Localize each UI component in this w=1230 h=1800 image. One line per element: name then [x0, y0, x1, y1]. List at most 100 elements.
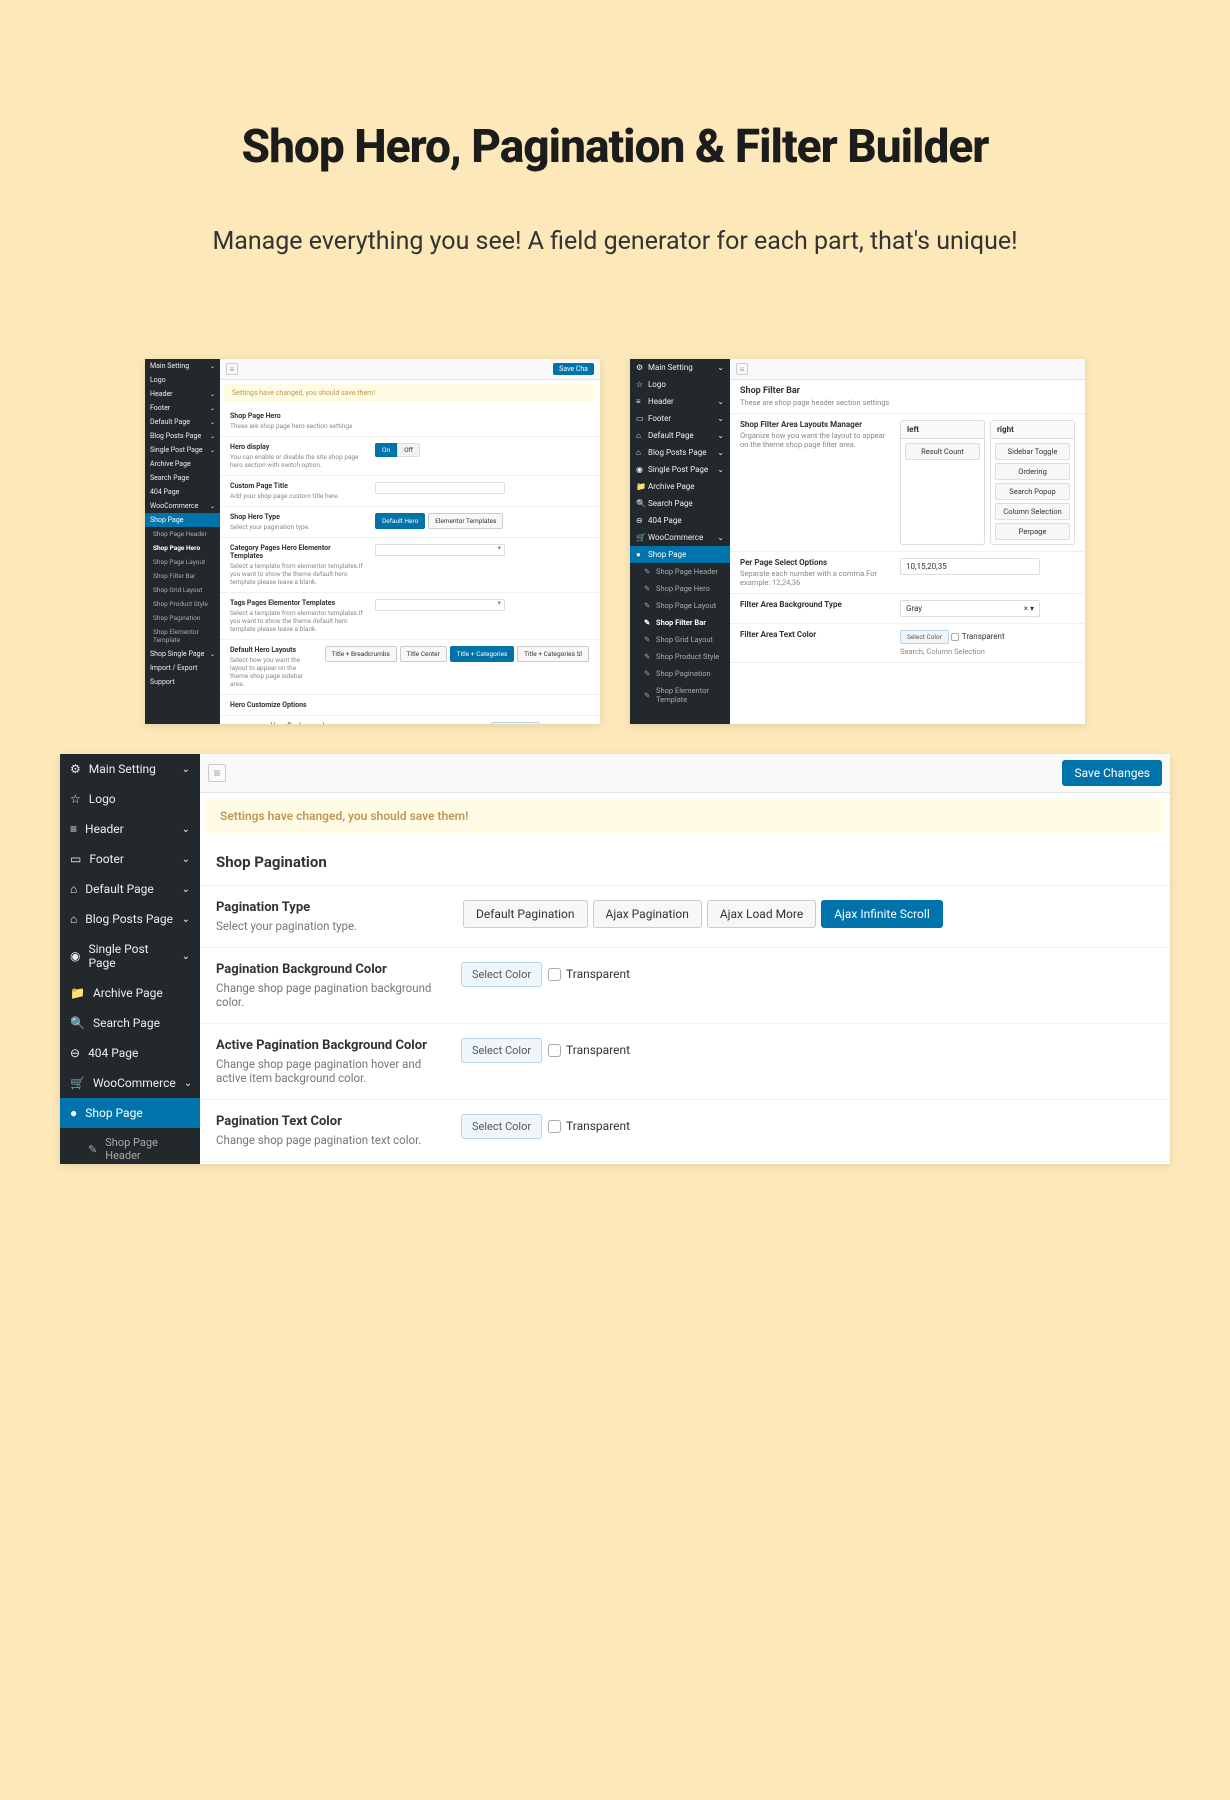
sidebar-item[interactable]: Main Setting⌄	[145, 359, 220, 373]
content-area: ≡ Save Changes Settings have changed, yo…	[200, 754, 1170, 1164]
sidebar-item[interactable]: Archive Page	[145, 457, 220, 471]
tab-default-pagination[interactable]: Default Pagination	[463, 900, 588, 928]
sidebar-subitem[interactable]: ✎Shop Grid Layout	[630, 631, 730, 648]
notice-banner: Settings have changed, you should save t…	[224, 384, 596, 402]
perpage-input[interactable]: 10,15,20,35	[900, 558, 1040, 575]
sidebar-subitem[interactable]: Shop Grid Layout	[145, 583, 220, 597]
sidebar: ⚙Main Setting⌄☆Logo≡Header⌄▭Footer⌄⌂Defa…	[630, 359, 730, 724]
sidebar: ⚙Main Setting⌄☆Logo≡Header⌄▭Footer⌄⌂Defa…	[60, 754, 200, 1164]
panel-shop-hero: Main Setting⌄LogoHeader⌄Footer⌄Default P…	[145, 359, 600, 724]
transparent-checkbox[interactable]	[548, 968, 561, 981]
sidebar-item[interactable]: ⌂Default Page⌄	[60, 874, 200, 904]
tab-default-hero[interactable]: Default Hero	[375, 513, 425, 529]
sidebar-item[interactable]: ⊖404 Page	[630, 512, 730, 529]
page-subtitle: Manage everything you see! A field gener…	[40, 224, 1190, 259]
sidebar-item[interactable]: ◉Single Post Page⌄	[630, 461, 730, 478]
sidebar-item[interactable]: ◉Single Post Page⌄	[60, 934, 200, 978]
sidebar-subitem[interactable]: ✎Shop Pagination	[630, 665, 730, 682]
sidebar-subitem[interactable]: Shop Page Header	[145, 527, 220, 541]
select-color-button[interactable]: Select Color	[491, 722, 540, 724]
sidebar-subitem[interactable]: ✎Shop Page Header	[630, 563, 730, 580]
tab-ajax-infinite[interactable]: Ajax Infinite Scroll	[821, 900, 943, 928]
sidebar-item[interactable]: ⌂Blog Posts Page⌄	[630, 444, 730, 461]
topbar: ≡ Save Cha	[220, 359, 600, 380]
category-template-select[interactable]	[375, 544, 505, 556]
sidebar-item[interactable]: 🔍Search Page	[60, 1008, 200, 1038]
sidebar-item[interactable]: ⌂Default Page⌄	[630, 427, 730, 444]
sidebar-item[interactable]: ☆Logo	[60, 784, 200, 814]
hero-display-toggle[interactable]: OnOff	[375, 443, 420, 457]
tab-ajax-pagination[interactable]: Ajax Pagination	[593, 900, 702, 928]
transparent-checkbox[interactable]	[548, 1120, 561, 1133]
sidebar-subitem[interactable]: ✎Shop Page Hero	[630, 580, 730, 597]
page-title: Shop Hero, Pagination & Filter Builder	[40, 120, 1190, 174]
layout-col-left[interactable]: left Result Count	[900, 420, 985, 545]
sidebar-subitem[interactable]: ✎Shop Filter Bar	[630, 614, 730, 631]
sidebar-item[interactable]: ▭Footer⌄	[60, 844, 200, 874]
sidebar-item[interactable]: Logo	[145, 373, 220, 387]
sidebar-item[interactable]: Blog Posts Page⌄	[145, 429, 220, 443]
sidebar-item[interactable]: ☆Logo	[630, 376, 730, 393]
sidebar-item[interactable]: 🛒WooCommerce⌄	[630, 529, 730, 546]
tags-template-select[interactable]	[375, 599, 505, 611]
select-color-button[interactable]: Select Color	[461, 1114, 542, 1139]
sidebar-subitem[interactable]: ✎Shop Page Layout	[630, 597, 730, 614]
sidebar-item[interactable]: Search Page	[145, 471, 220, 485]
select-color-button[interactable]: Select Color	[461, 962, 542, 987]
transparent-checkbox[interactable]	[951, 633, 959, 641]
sidebar-subitem[interactable]: Shop Product Style	[145, 597, 220, 611]
sidebar-item[interactable]: Single Post Page⌄	[145, 443, 220, 457]
tab-ajax-load-more[interactable]: Ajax Load More	[707, 900, 816, 928]
hero-section: Shop Hero, Pagination & Filter Builder M…	[0, 0, 1230, 319]
collapse-icon[interactable]: ≡	[736, 363, 748, 375]
content-area: ≡ Shop Filter Bar These are shop page he…	[730, 359, 1085, 724]
sidebar-item[interactable]: ≡Header⌄	[630, 393, 730, 410]
sidebar-item[interactable]: Default Page⌄	[145, 415, 220, 429]
collapse-icon[interactable]: ≡	[208, 764, 226, 782]
sidebar-subitem[interactable]: Shop Page Layout	[145, 555, 220, 569]
sidebar-item[interactable]: ⌂Blog Posts Page⌄	[60, 904, 200, 934]
save-button[interactable]: Save Changes	[1062, 760, 1162, 786]
custom-title-input[interactable]	[375, 482, 505, 494]
panel-shop-filter: ⚙Main Setting⌄☆Logo≡Header⌄▭Footer⌄⌂Defa…	[630, 359, 1085, 724]
tab-elementor[interactable]: Elementor Templates	[428, 513, 503, 529]
sidebar-subitem[interactable]: ✎Shop Product Style	[630, 648, 730, 665]
sidebar-item[interactable]: ≡Header⌄	[60, 814, 200, 844]
sidebar-item-shop[interactable]: Shop Page	[145, 513, 220, 527]
section-title: Shop Filter Bar	[740, 386, 1075, 396]
topbar: ≡ Save Changes	[200, 754, 1170, 793]
transparent-checkbox[interactable]	[548, 1044, 561, 1057]
sidebar-item[interactable]: 📁Archive Page	[630, 478, 730, 495]
topbar: ≡	[730, 359, 1085, 380]
sidebar-item[interactable]: ▭Footer⌄	[630, 410, 730, 427]
sidebar-item[interactable]: ⚙Main Setting⌄	[630, 359, 730, 376]
section-title: Shop Pagination	[216, 853, 1154, 871]
sidebar-subitem[interactable]: Shop Page Hero	[145, 541, 220, 555]
sidebar-item[interactable]: 📁Archive Page	[60, 978, 200, 1008]
bg-type-select[interactable]: Gray× ▾	[900, 600, 1040, 617]
sidebar-item[interactable]: 404 Page	[145, 485, 220, 499]
sidebar-item-shop[interactable]: ●Shop Page	[630, 546, 730, 563]
content-area: ≡ Save Cha Settings have changed, you sh…	[220, 359, 600, 724]
collapse-icon[interactable]: ≡	[226, 363, 238, 375]
select-color-button[interactable]: Select Color	[461, 1038, 542, 1063]
section-title: Shop Page Hero	[230, 412, 590, 420]
sidebar-item[interactable]: ⊖404 Page	[60, 1038, 200, 1068]
sidebar-item[interactable]: Footer⌄	[145, 401, 220, 415]
sidebar-item[interactable]: 🔍Search Page	[630, 495, 730, 512]
sidebar-subitem[interactable]: Shop Pagination	[145, 611, 220, 625]
sidebar-subitem[interactable]: Shop Elementor Template	[145, 625, 220, 647]
select-color-button[interactable]: Select Color	[900, 630, 949, 644]
sidebar-item[interactable]: WooCommerce⌄	[145, 499, 220, 513]
sidebar-subitem[interactable]: ✎Shop Elementor Template	[630, 682, 730, 708]
sidebar-subitem[interactable]: ✎Shop Page Header	[60, 1128, 200, 1164]
sidebar: Main Setting⌄LogoHeader⌄Footer⌄Default P…	[145, 359, 220, 724]
sidebar-item[interactable]: ⚙Main Setting⌄	[60, 754, 200, 784]
sidebar-item[interactable]: Header⌄	[145, 387, 220, 401]
sidebar-subitem[interactable]: Shop Filter Bar	[145, 569, 220, 583]
sidebar-item[interactable]: 🛒WooCommerce⌄	[60, 1068, 200, 1098]
layout-col-right[interactable]: right Sidebar Toggle Ordering Search Pop…	[990, 420, 1075, 545]
panel-shop-pagination: ⚙Main Setting⌄☆Logo≡Header⌄▭Footer⌄⌂Defa…	[60, 754, 1170, 1164]
sidebar-item-shop[interactable]: ●Shop Page	[60, 1098, 200, 1128]
save-button[interactable]: Save Cha	[553, 363, 594, 375]
